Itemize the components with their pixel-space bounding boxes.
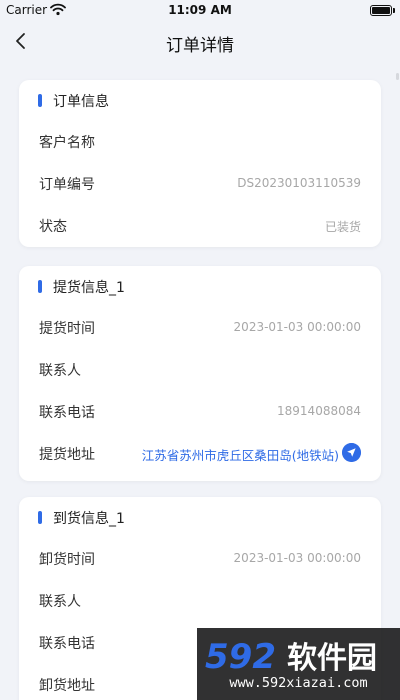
- unload-time-value: 2023-01-03 00:00:00: [233, 551, 361, 565]
- unload-time-row: 卸货时间 2023-01-03 00:00:00: [19, 537, 381, 579]
- pickup-info-title: 提货信息_1: [53, 280, 125, 296]
- pickup-time-label: 提货时间: [39, 321, 95, 337]
- battery-icon: [370, 5, 395, 16]
- customer-name-label: 客户名称: [39, 135, 95, 151]
- watermark: 592 软件园 www.592xiazai.com: [197, 628, 400, 700]
- watermark-url: www.592xiazai.com: [229, 675, 368, 691]
- delivery-contact-label: 联系人: [39, 594, 81, 610]
- customer-name-row: 客户名称: [19, 120, 381, 162]
- status-row: 状态 已装货: [19, 204, 381, 246]
- page-title: 订单详情: [166, 36, 234, 56]
- status-value: 已装货: [324, 220, 361, 234]
- order-number-row: 订单编号 DS20230103110539: [19, 162, 381, 204]
- order-info-card: 订单信息 客户名称 订单编号 DS20230103110539 状态 已装货: [19, 80, 381, 247]
- order-info-header: 订单信息: [19, 80, 381, 120]
- watermark-logo: 592 软件园: [205, 637, 377, 676]
- svg-text:592: 592: [205, 637, 276, 676]
- pickup-time-value: 2023-01-03 00:00:00: [233, 320, 361, 334]
- status-bar: Carrier 11:09 AM: [0, 0, 400, 22]
- section-accent-bar: [38, 280, 42, 293]
- delivery-info-header: 到货信息_1: [19, 497, 381, 537]
- section-accent-bar: [38, 511, 42, 524]
- status-label: 状态: [39, 219, 67, 235]
- pickup-time-row: 提货时间 2023-01-03 00:00:00: [19, 306, 381, 348]
- pickup-address-row[interactable]: 提货地址 江苏省苏州市虎丘区桑田岛(地铁站): [19, 432, 381, 478]
- clock: 11:09 AM: [168, 3, 232, 17]
- pickup-phone-value[interactable]: 18914088084: [277, 404, 361, 418]
- order-number-value: DS20230103110539: [237, 176, 361, 190]
- scroll-indicator: [396, 73, 399, 80]
- pickup-info-header: 提货信息_1: [19, 266, 381, 306]
- delivery-contact-row: 联系人: [19, 579, 381, 621]
- pickup-info-card: 提货信息_1 提货时间 2023-01-03 00:00:00 联系人 联系电话…: [19, 266, 381, 481]
- pickup-phone-row: 联系电话 18914088084: [19, 390, 381, 432]
- unload-address-label: 卸货地址: [39, 678, 95, 694]
- navigation-bar: 订单详情: [0, 22, 400, 62]
- pickup-contact-label: 联系人: [39, 363, 81, 379]
- svg-text:软件园: 软件园: [287, 641, 377, 676]
- unload-time-label: 卸货时间: [39, 552, 95, 568]
- pickup-address-value[interactable]: 江苏省苏州市虎丘区桑田岛(地铁站): [142, 445, 339, 464]
- delivery-info-title: 到货信息_1: [53, 511, 125, 527]
- order-number-label: 订单编号: [39, 177, 95, 193]
- navigation-arrow-icon[interactable]: [342, 443, 361, 462]
- delivery-phone-label: 联系电话: [39, 636, 95, 652]
- pickup-contact-row: 联系人: [19, 348, 381, 390]
- order-info-title: 订单信息: [53, 94, 109, 110]
- pickup-phone-label: 联系电话: [39, 405, 95, 421]
- pickup-address-label: 提货地址: [39, 447, 95, 463]
- section-accent-bar: [38, 94, 42, 107]
